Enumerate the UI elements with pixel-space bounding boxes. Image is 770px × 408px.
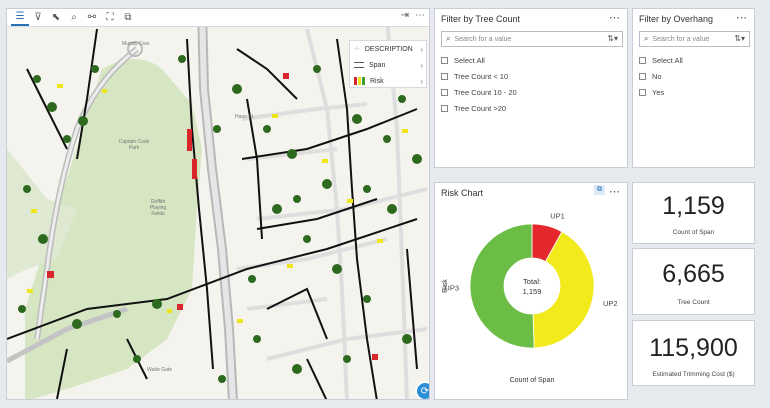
risk-chart-panel: Risk Chart ⧉ ⋯ UP1 UP2 UP3 Total: 1,159 Count…: [434, 182, 628, 400]
panel-title: Filter by Overhang: [639, 14, 714, 24]
chart-x-label: Count of Span: [510, 377, 555, 384]
network-icon[interactable]: ⚯: [83, 10, 101, 26]
checkbox[interactable]: [441, 73, 448, 80]
search-placeholder: Search for a value: [652, 35, 710, 43]
checkbox[interactable]: [441, 105, 448, 112]
more-icon[interactable]: ⋯: [415, 10, 425, 21]
legend-label: Span: [369, 61, 386, 69]
street-label: Murray Cres: [122, 41, 150, 47]
chart-y-label: Risk: [442, 279, 449, 293]
legend-dots-icon: ⁘: [354, 46, 360, 53]
map-legend: ⁘ DESCRIPTION › Span › Risk ›: [349, 40, 427, 88]
legend-header[interactable]: ⁘ DESCRIPTION ›: [350, 41, 426, 57]
slice-label: UP2: [603, 299, 618, 308]
risk-swatch: [354, 77, 365, 85]
kpi-count-of-span: 1,159 Count of Span: [632, 182, 755, 244]
span-swatch: [354, 62, 364, 68]
legend-item-risk[interactable]: Risk ›: [350, 73, 426, 89]
chevron-right-icon: ›: [420, 44, 423, 54]
sort-icon[interactable]: ⇅▾: [734, 34, 745, 43]
map-toolbar: ☰ ⊽ ⬉ ⌕ ⚯ ⛶ ⧉ ⇥ ⋯: [7, 9, 429, 27]
chevron-right-icon: ›: [420, 60, 423, 70]
more-icon[interactable]: ⋯: [736, 11, 748, 24]
kpi-estimated-trimming-cost: 115,900 Estimated Trimming Cost ($): [632, 320, 755, 386]
legend-icon[interactable]: ☰: [11, 10, 29, 26]
donut-center-value: 1,159: [523, 287, 542, 296]
street-label: Wade Gate: [147, 367, 173, 373]
donut-center-label: Total:: [523, 277, 541, 286]
export-icon[interactable]: ⇥: [401, 10, 409, 21]
filter-option[interactable]: Tree Count 10 - 20: [441, 88, 517, 97]
kpi-value: 1,159: [662, 192, 725, 220]
filter-option[interactable]: Select All: [441, 56, 485, 65]
checkbox[interactable]: [639, 89, 646, 96]
checkbox[interactable]: [639, 73, 646, 80]
donut-chart: UP1UP2UP3Total:1,159Count of SpanRisk: [442, 211, 618, 384]
search-placeholder: Search for a value: [454, 35, 512, 43]
search-icon: ⌕: [644, 34, 649, 43]
search-icon: ⌕: [446, 34, 451, 43]
donut-slice-up3[interactable]: [469, 223, 535, 349]
search-input[interactable]: ⌕ Search for a value ⇅▾: [639, 31, 750, 47]
legend-label: Risk: [370, 77, 384, 85]
filter-option[interactable]: Tree Count >20: [441, 104, 506, 113]
filter-option[interactable]: Yes: [639, 88, 664, 97]
extent-icon[interactable]: ⧉: [119, 10, 137, 26]
fullscreen-icon[interactable]: ⛶: [101, 10, 119, 26]
filter-tree-count-panel: Filter by Tree Count ⋯ ⌕ Search for a va…: [434, 8, 628, 168]
more-icon[interactable]: ⋯: [609, 11, 621, 24]
map-panel[interactable]: Murray Cres Hann St Captain Cook Park Gr…: [6, 8, 430, 400]
kpi-tree-count: 6,665 Tree Count: [632, 248, 755, 315]
slice-label: UP1: [550, 211, 565, 220]
chevron-right-icon: ›: [420, 76, 423, 86]
legend-description: DESCRIPTION: [364, 45, 413, 53]
filter-option[interactable]: Tree Count < 10: [441, 72, 508, 81]
legend-item-span[interactable]: Span ›: [350, 57, 426, 73]
kpi-label: Tree Count: [677, 299, 710, 306]
sort-icon[interactable]: ⇅▾: [607, 34, 618, 43]
kpi-label: Count of Span: [672, 229, 715, 236]
kpi-value: 6,665: [662, 260, 725, 288]
panel-title: Filter by Tree Count: [441, 14, 521, 24]
filter-option[interactable]: Select All: [639, 56, 683, 65]
filter-overhang-panel: Filter by Overhang ⋯ ⌕ Search for a valu…: [632, 8, 755, 168]
filter-option[interactable]: No: [639, 72, 662, 81]
filter-icon[interactable]: ⊽: [29, 10, 47, 26]
checkbox[interactable]: [441, 57, 448, 64]
park-label: Griffith Playing Fields: [149, 199, 167, 217]
park-label: Captain Cook Park: [118, 139, 150, 151]
zoom-icon[interactable]: ⌕: [65, 10, 83, 26]
checkbox[interactable]: [441, 89, 448, 96]
street-label: Hann St: [235, 114, 254, 120]
search-input[interactable]: ⌕ Search for a value ⇅▾: [441, 31, 623, 47]
checkbox[interactable]: [639, 57, 646, 64]
select-icon[interactable]: ⬉: [47, 10, 65, 26]
kpi-label: Estimated Trimming Cost ($): [652, 371, 735, 378]
map-widget-icon[interactable]: ⟳: [415, 381, 429, 399]
kpi-value: 115,900: [649, 334, 738, 362]
